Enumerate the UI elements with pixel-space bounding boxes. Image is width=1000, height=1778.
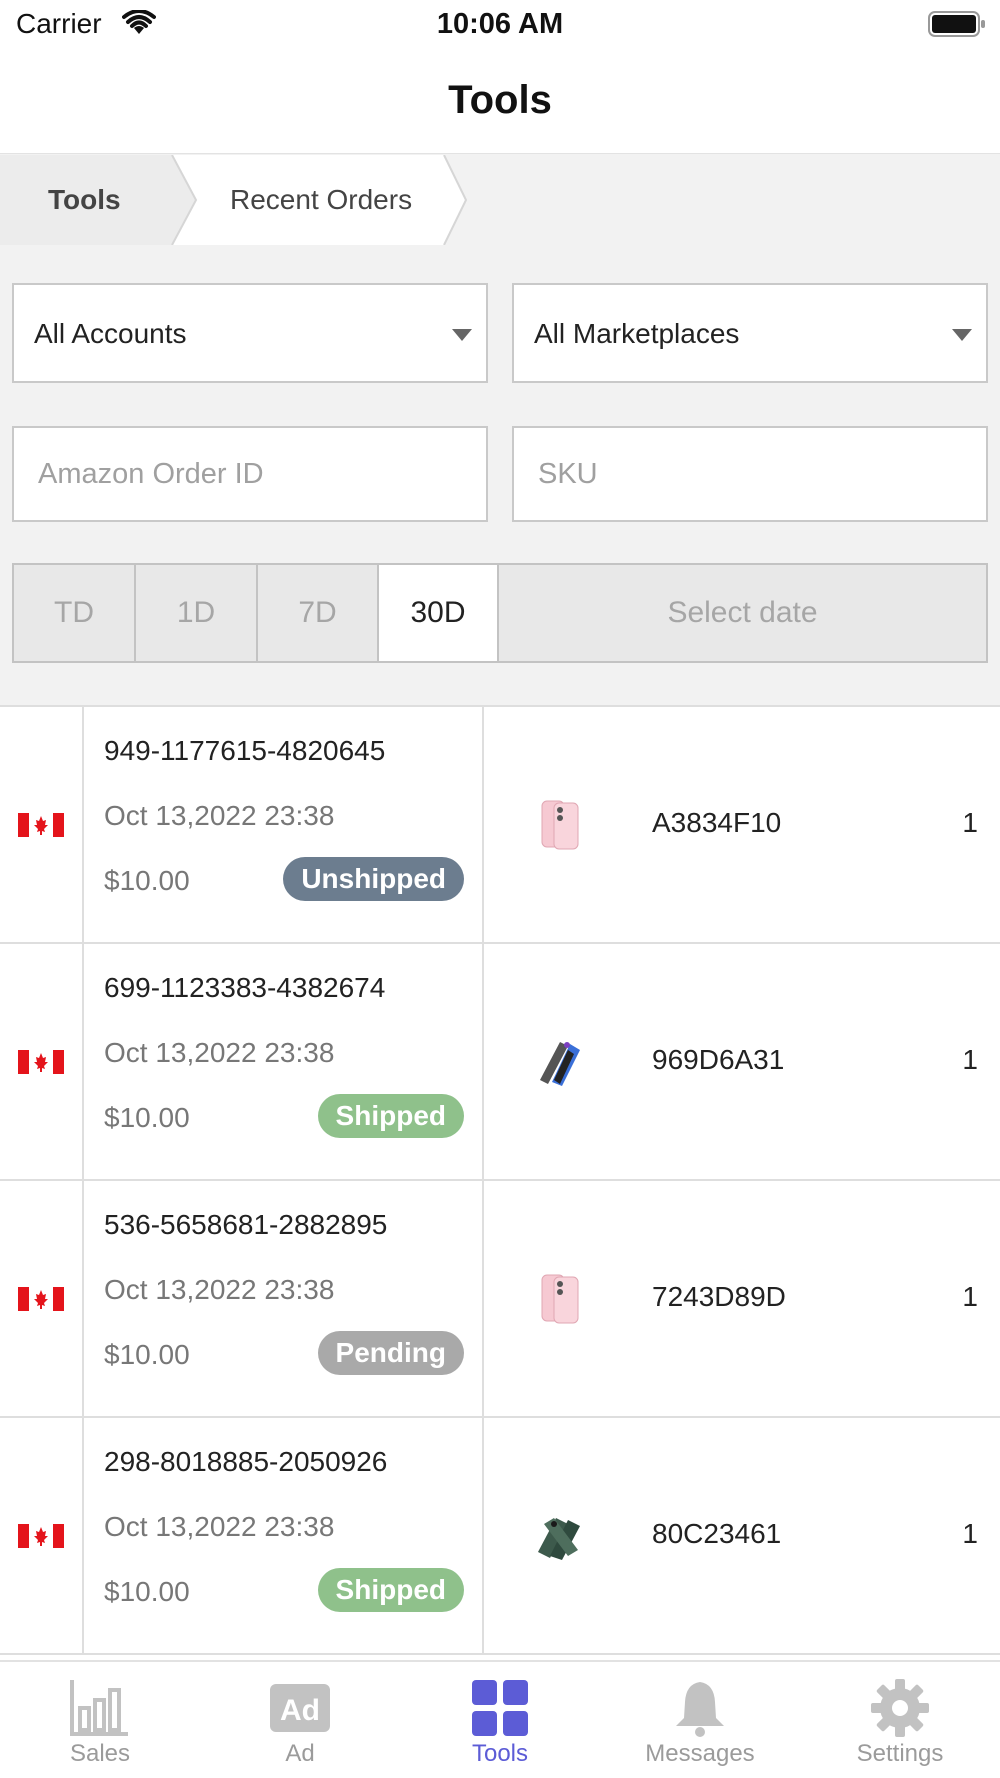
tab-label: Settings (856, 1740, 944, 1767)
order-id: 536-5658681-2882895 (104, 1209, 388, 1240)
pink-phone-icon (541, 800, 579, 850)
tab-ad[interactable]: Ad Ad (200, 1662, 400, 1778)
bar-chart-icon (70, 1680, 128, 1736)
pink-phone-icon (541, 1274, 579, 1324)
tab-tools[interactable]: Tools (400, 1662, 600, 1778)
marketplace-select[interactable]: All Marketplaces (512, 283, 988, 383)
page-title: Tools (448, 78, 552, 122)
order-date: Oct 13,2022 23:38 (104, 1511, 335, 1542)
canada-flag-icon (18, 813, 64, 837)
order-quantity: 1 (962, 807, 978, 838)
tab-messages[interactable]: Messages (600, 1662, 800, 1778)
order-sku: 80C23461 (652, 1518, 782, 1549)
breadcrumb-item-tools[interactable]: Tools (48, 184, 121, 216)
column-divider (82, 1418, 84, 1655)
order-id-input[interactable] (38, 428, 480, 520)
sku-field-wrapper (512, 426, 988, 522)
tab-label: Ad (285, 1740, 315, 1767)
sku-input[interactable] (538, 428, 980, 520)
tab-settings[interactable]: Settings (800, 1662, 1000, 1778)
order-row[interactable]: 699-1123383-4382674 Oct 13,2022 23:38 $1… (0, 944, 1000, 1181)
svg-text:Ad: Ad (280, 1694, 320, 1727)
chevron-down-icon (452, 329, 472, 341)
select-date-button[interactable]: Select date (499, 565, 986, 661)
canada-flag-icon (18, 1524, 64, 1548)
tab-label: Sales (69, 1740, 131, 1767)
order-price: $10.00 (104, 1339, 190, 1370)
ad-icon: Ad (270, 1684, 330, 1732)
bell-icon (676, 1682, 724, 1737)
green-phone-icon (538, 1518, 580, 1560)
order-id-field-wrapper (12, 426, 488, 522)
gear-icon (871, 1679, 929, 1737)
date-option-1d[interactable]: 1D (136, 565, 258, 661)
column-divider (82, 1181, 84, 1418)
column-divider (82, 944, 84, 1181)
order-quantity: 1 (962, 1044, 978, 1075)
status-time: 10:06 AM (436, 8, 564, 40)
canada-flag-icon (18, 1050, 64, 1074)
column-divider (82, 707, 84, 944)
order-sku: 7243D89D (652, 1281, 786, 1312)
battery-icon (928, 11, 985, 37)
chevron-down-icon (952, 329, 972, 341)
date-option-7d[interactable]: 7D (258, 565, 379, 661)
date-option-td[interactable]: TD (14, 565, 136, 661)
date-option-30d[interactable]: 30D (379, 565, 499, 661)
order-row[interactable]: 949-1177615-4820645 Oct 13,2022 23:38 $1… (0, 707, 1000, 944)
date-range-control: TD 1D 7D 30D Select date (12, 563, 988, 663)
status-bar: Carrier 10:06 AM (0, 0, 1000, 50)
status-badge: Shipped (317, 1568, 464, 1612)
tab-label: Tools (471, 1740, 529, 1767)
account-select-value: All Accounts (34, 318, 187, 349)
status-badge: Unshipped (283, 857, 464, 901)
marketplace-select-value: All Marketplaces (534, 318, 740, 349)
order-row[interactable]: 298-8018885-2050926 Oct 13,2022 23:38 $1… (0, 1418, 1000, 1655)
order-id: 949-1177615-4820645 (104, 735, 386, 766)
order-price: $10.00 (104, 865, 190, 896)
order-row[interactable]: 536-5658681-2882895 Oct 13,2022 23:38 $1… (0, 1181, 1000, 1418)
order-quantity: 1 (962, 1281, 978, 1312)
order-quantity: 1 (962, 1518, 978, 1549)
grid-icon (472, 1680, 528, 1736)
breadcrumb-shape (0, 155, 468, 245)
column-divider (482, 707, 484, 944)
status-badge: Pending (317, 1331, 464, 1375)
order-id: 699-1123383-4382674 (104, 972, 386, 1003)
order-date: Oct 13,2022 23:38 (104, 1274, 335, 1305)
status-badge: Shipped (317, 1094, 464, 1138)
tab-bar: Sales Ad Ad Tools Messages Settings (0, 1660, 1000, 1778)
tab-label: Messages (645, 1740, 755, 1767)
breadcrumb-item-recent-orders[interactable]: Recent Orders (230, 184, 412, 216)
column-divider (482, 1181, 484, 1418)
order-date: Oct 13,2022 23:38 (104, 1037, 335, 1068)
column-divider (482, 944, 484, 1181)
order-price: $10.00 (104, 1576, 190, 1607)
column-divider (482, 1418, 484, 1655)
tab-sales[interactable]: Sales (0, 1662, 200, 1778)
order-id: 298-8018885-2050926 (104, 1446, 388, 1477)
order-sku: A3834F10 (652, 807, 782, 838)
orders-list: 949-1177615-4820645 Oct 13,2022 23:38 $1… (0, 705, 1000, 1660)
order-price: $10.00 (104, 1102, 190, 1133)
account-select[interactable]: All Accounts (12, 283, 488, 383)
order-sku: 969D6A31 (652, 1044, 785, 1075)
order-date: Oct 13,2022 23:38 (104, 800, 335, 831)
canada-flag-icon (18, 1287, 64, 1311)
dark-phone-icon (540, 1042, 580, 1086)
navigation-bar: Tools (0, 50, 1000, 154)
breadcrumb: Tools Recent Orders (0, 155, 1000, 245)
